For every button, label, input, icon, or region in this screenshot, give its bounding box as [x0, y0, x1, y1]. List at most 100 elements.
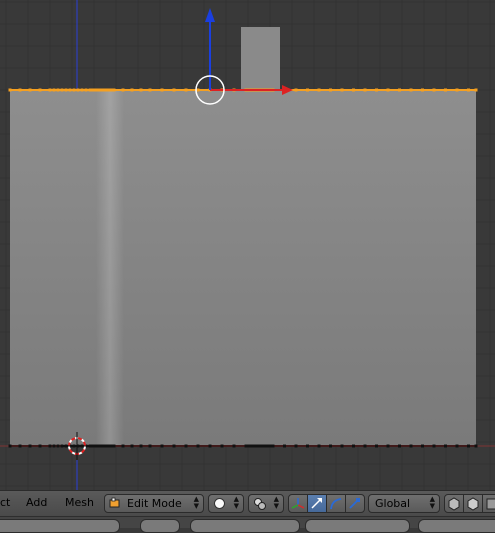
shading-dropdown[interactable]: ▲ ▼ — [208, 494, 244, 513]
mesh-vertex[interactable] — [72, 88, 76, 92]
mesh-vertex[interactable] — [352, 88, 355, 92]
orientation-dropdown[interactable]: Global ▲ ▼ — [368, 494, 440, 513]
mesh-vertex[interactable] — [172, 444, 176, 448]
mesh-vertex[interactable] — [253, 444, 257, 448]
mesh-vertex[interactable] — [444, 88, 447, 92]
mesh-vertex[interactable] — [160, 88, 164, 92]
mesh-vertex[interactable] — [363, 444, 367, 448]
mesh-vertex[interactable] — [56, 444, 60, 448]
mesh-vertex[interactable] — [56, 88, 60, 92]
pivot-dropdown[interactable]: ▲ ▼ — [248, 494, 284, 513]
mesh-vertex[interactable] — [97, 444, 101, 448]
mesh-vertex[interactable] — [28, 444, 32, 448]
mesh-vertex[interactable] — [294, 444, 298, 448]
mode-dropdown[interactable]: Edit Mode ▲ ▼ — [104, 494, 204, 513]
mesh-vertex[interactable] — [68, 88, 72, 92]
partial-field-3[interactable] — [190, 519, 300, 533]
mesh-vertex[interactable] — [375, 444, 378, 448]
mesh-vertex[interactable] — [109, 88, 113, 92]
mesh-vertex[interactable] — [160, 444, 164, 448]
mesh-vertex[interactable] — [283, 444, 286, 448]
mesh-vertex[interactable] — [97, 88, 101, 92]
mesh-vertex[interactable] — [220, 444, 224, 448]
mesh-vertex[interactable] — [386, 88, 390, 92]
mesh-vertex[interactable] — [112, 88, 116, 92]
edge-select-button[interactable] — [463, 494, 483, 513]
mesh-vertex[interactable] — [18, 444, 22, 448]
mesh-vertex[interactable] — [421, 444, 424, 448]
mesh-vertex[interactable] — [48, 444, 52, 448]
3d-viewport[interactable] — [0, 0, 495, 490]
add-menu[interactable]: Add — [26, 496, 47, 509]
mesh-vertex[interactable] — [352, 444, 355, 448]
partial-field-2[interactable] — [140, 519, 180, 533]
partial-field-5[interactable] — [418, 519, 495, 533]
mesh-vertex[interactable] — [88, 88, 92, 92]
mesh-vertex[interactable] — [363, 88, 367, 92]
mesh-vertex[interactable] — [130, 88, 134, 92]
mesh-face[interactable] — [10, 90, 476, 446]
mesh-vertex[interactable] — [232, 444, 236, 448]
mesh-vertex[interactable] — [455, 88, 459, 92]
mesh-vertex[interactable] — [432, 88, 436, 92]
rotate-manipulator-button[interactable] — [326, 494, 346, 513]
mesh-vertex[interactable] — [306, 444, 309, 448]
mesh-vertex[interactable] — [271, 444, 275, 448]
mesh-vertex[interactable] — [455, 444, 459, 448]
mesh-vertex[interactable] — [28, 88, 32, 92]
mesh-vertex[interactable] — [130, 444, 134, 448]
mesh-vertex[interactable] — [8, 88, 12, 92]
mesh-vertex[interactable] — [268, 444, 272, 448]
mesh-vertex[interactable] — [121, 88, 125, 92]
mesh-vertex[interactable] — [91, 444, 95, 448]
mesh-vertex[interactable] — [340, 88, 344, 92]
mesh-vertex[interactable] — [244, 444, 248, 448]
mesh-vertex[interactable] — [317, 88, 321, 92]
mesh-vertex[interactable] — [409, 444, 413, 448]
select-menu[interactable]: ct — [0, 496, 10, 509]
mesh-vertex[interactable] — [306, 88, 309, 92]
mesh-vertex[interactable] — [84, 88, 88, 92]
face-select-button[interactable] — [482, 494, 495, 513]
mesh-vertex[interactable] — [256, 444, 260, 448]
mesh-vertex[interactable] — [329, 88, 332, 92]
mesh-vertex[interactable] — [48, 88, 52, 92]
mesh-vertex[interactable] — [329, 444, 332, 448]
mesh-vertex[interactable] — [52, 88, 56, 92]
mesh-vertex[interactable] — [64, 88, 68, 92]
mesh-vertex[interactable] — [100, 88, 104, 92]
mesh-vertex[interactable] — [172, 88, 176, 92]
mesh-vertex[interactable] — [208, 444, 212, 448]
mesh-vertex[interactable] — [467, 88, 470, 92]
mesh-vertex[interactable] — [103, 88, 107, 92]
mesh-vertex[interactable] — [247, 444, 251, 448]
mesh-vertex[interactable] — [265, 444, 269, 448]
mesh-vertex[interactable] — [196, 444, 200, 448]
mesh-vertex[interactable] — [94, 444, 98, 448]
mesh-vertex[interactable] — [432, 444, 436, 448]
mesh-vertex[interactable] — [112, 444, 116, 448]
mesh-vertex[interactable] — [398, 444, 401, 448]
mesh-vertex[interactable] — [250, 444, 254, 448]
partial-field-4[interactable] — [305, 519, 410, 533]
mesh-vertex[interactable] — [294, 88, 298, 92]
mesh-vertex[interactable] — [109, 444, 113, 448]
mesh-vertex[interactable] — [317, 444, 321, 448]
mesh-vertex[interactable] — [100, 444, 104, 448]
mesh-vertex[interactable] — [421, 88, 424, 92]
mesh-vertex[interactable] — [184, 444, 188, 448]
mesh-vertex[interactable] — [91, 88, 95, 92]
mesh-vertex[interactable] — [38, 88, 42, 92]
mesh-vertex[interactable] — [474, 88, 478, 92]
mesh-vertex[interactable] — [375, 88, 378, 92]
mesh-vertex[interactable] — [76, 88, 80, 92]
vertex-select-button[interactable] — [444, 494, 464, 513]
mesh-menu[interactable]: Mesh — [65, 496, 94, 509]
mesh-vertex[interactable] — [409, 88, 413, 92]
mesh-vertex[interactable] — [106, 88, 110, 92]
mesh-vertex[interactable] — [262, 444, 266, 448]
mesh-vertex[interactable] — [139, 444, 143, 448]
mesh-vertex[interactable] — [106, 444, 110, 448]
viewport-canvas[interactable] — [0, 0, 495, 490]
scale-manipulator-button[interactable] — [345, 494, 365, 513]
